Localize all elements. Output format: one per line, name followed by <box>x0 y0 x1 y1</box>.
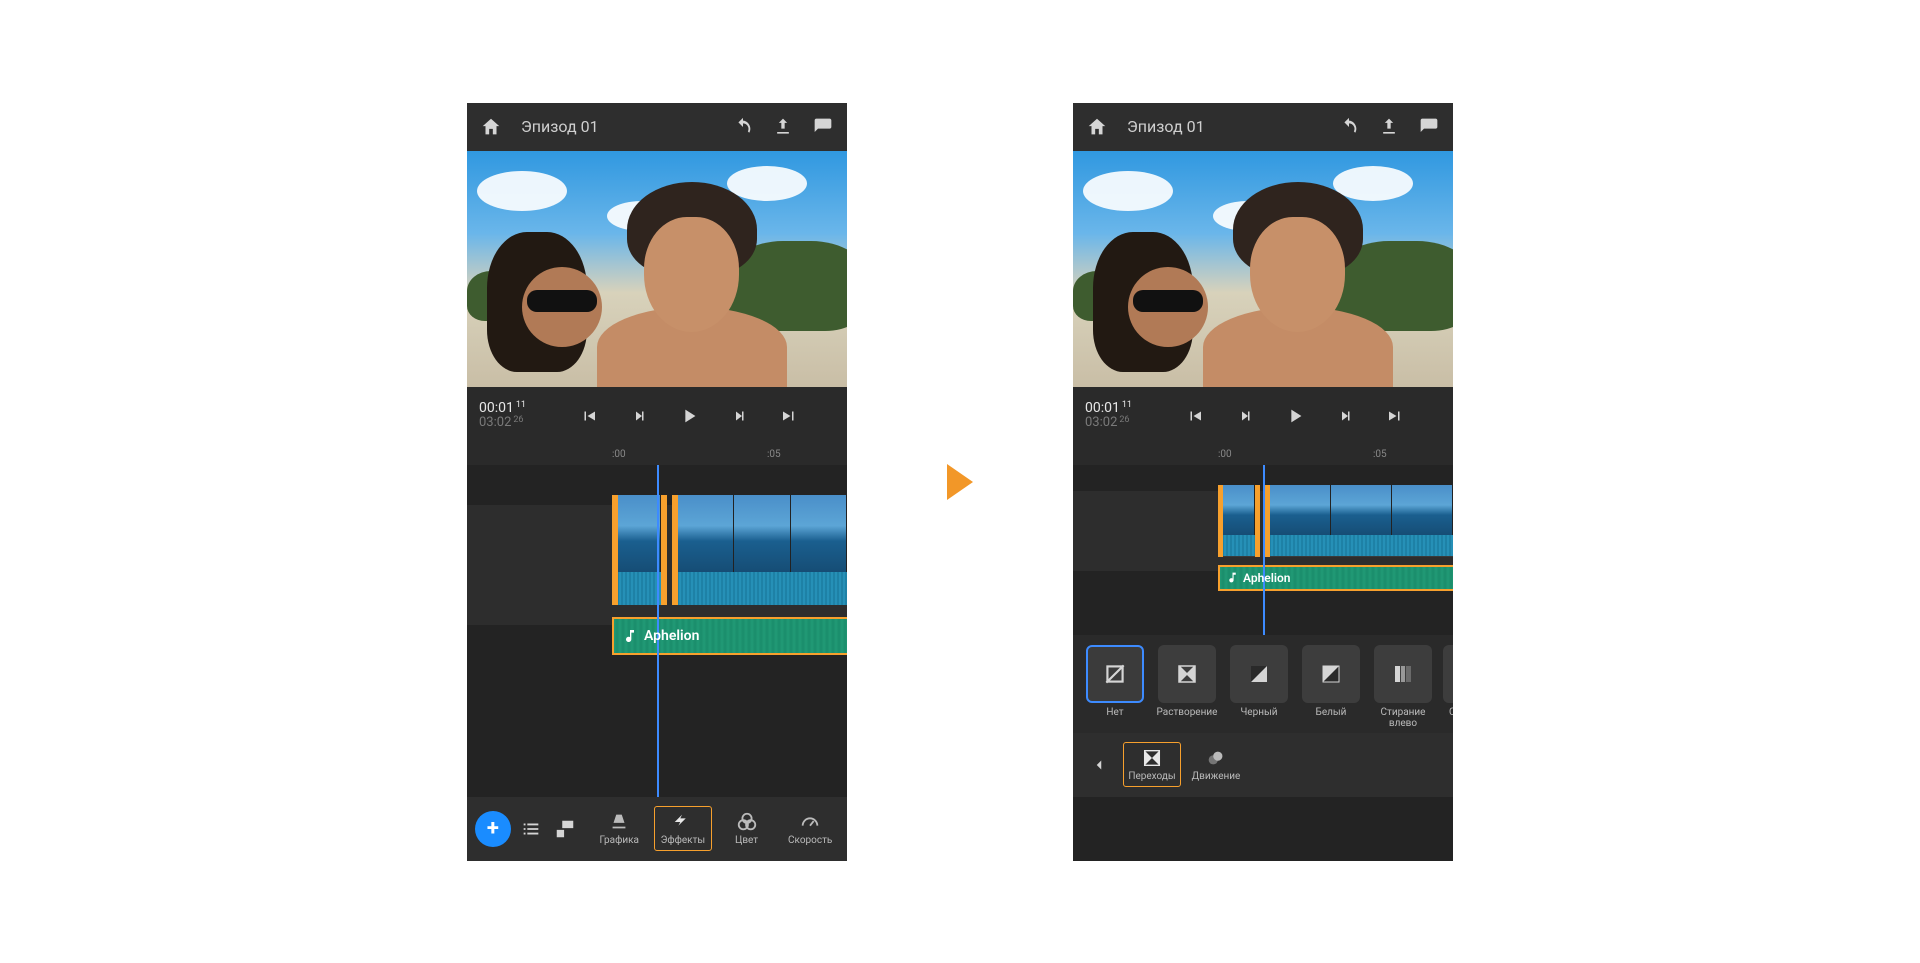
skip-start-icon[interactable] <box>575 402 603 430</box>
tab-label: Графика <box>600 835 640 846</box>
color-tab[interactable]: Цвет <box>718 807 776 850</box>
motion-icon <box>1205 747 1227 769</box>
timecode-display: 00:0111 03:0226 <box>479 401 539 431</box>
ruler-mark: :00 <box>612 449 626 460</box>
speed-tab[interactable]: Скорость <box>781 807 839 850</box>
audio-clip-name: Aphelion <box>644 628 699 644</box>
timeline-ruler[interactable]: :00 :05 <box>1073 445 1453 465</box>
layers-icon[interactable] <box>551 815 579 843</box>
share-icon[interactable] <box>769 113 797 141</box>
playhead[interactable] <box>1263 465 1265 635</box>
transitions-icon <box>1141 747 1163 769</box>
list-icon[interactable] <box>517 815 545 843</box>
white-icon <box>1319 662 1343 686</box>
total-time: 03:02 <box>1085 415 1117 430</box>
total-time: 03:02 <box>479 415 511 430</box>
ruler-mark: :05 <box>767 449 781 460</box>
tab-label: Скорость <box>788 835 832 846</box>
total-frames: 26 <box>513 415 523 425</box>
effects-tab[interactable]: Эффекты <box>654 806 712 851</box>
frame-forward-icon[interactable] <box>725 402 753 430</box>
audio-clip-name: Aphelion <box>1243 571 1291 585</box>
tab-label: Движение <box>1192 771 1241 782</box>
transport-bar: 00:0111 03:0226 <box>467 387 847 445</box>
ruler-mark: :00 <box>1218 449 1232 460</box>
timeline[interactable]: Aphelion <box>467 465 847 797</box>
skip-end-icon[interactable] <box>775 402 803 430</box>
add-button[interactable]: + <box>475 811 511 847</box>
skip-end-icon[interactable] <box>1381 402 1409 430</box>
tab-label: Переходы <box>1128 771 1175 782</box>
audio-clip[interactable]: Aphelion <box>1218 565 1453 591</box>
back-icon[interactable] <box>1081 751 1117 779</box>
graphics-icon <box>608 811 630 833</box>
color-icon <box>736 811 758 833</box>
tab-label: Эффекты <box>661 835 706 846</box>
black-icon <box>1247 662 1271 686</box>
transition-wipe-left[interactable]: Стирание влево <box>1371 645 1435 729</box>
comment-icon[interactable] <box>809 113 837 141</box>
video-preview[interactable] <box>1073 151 1453 387</box>
ruler-mark: :05 <box>1373 449 1387 460</box>
project-title: Эпизод 01 <box>1127 117 1323 136</box>
share-icon[interactable] <box>1375 113 1403 141</box>
speed-icon <box>799 811 821 833</box>
project-title: Эпизод 01 <box>521 117 717 136</box>
current-time: 00:01 <box>479 400 514 416</box>
skip-start-icon[interactable] <box>1181 402 1209 430</box>
transition-none[interactable]: Нет <box>1083 645 1147 729</box>
transition-black[interactable]: Черный <box>1227 645 1291 729</box>
current-time: 00:01 <box>1085 400 1120 416</box>
topbar: Эпизод 01 <box>1073 103 1453 151</box>
wipe-left-icon <box>1391 662 1415 686</box>
current-frames: 11 <box>516 400 526 410</box>
bottom-toolbar: + Графика Эффекты Цвет Скорость <box>467 797 847 861</box>
transition-wipe-right[interactable]: Ст… <box>1443 645 1453 729</box>
timeline-ruler[interactable]: :00 :05 <box>467 445 847 465</box>
tab-label: Цвет <box>735 835 758 846</box>
comment-icon[interactable] <box>1415 113 1443 141</box>
dissolve-icon <box>1175 662 1199 686</box>
arrow-separator-icon <box>947 464 973 500</box>
frame-back-icon[interactable] <box>625 402 653 430</box>
video-clip[interactable] <box>672 495 847 605</box>
frame-back-icon[interactable] <box>1231 402 1259 430</box>
timeline[interactable]: Aphelion <box>1073 465 1453 635</box>
video-clip[interactable] <box>1265 485 1453 557</box>
audio-clip[interactable]: Aphelion <box>612 617 847 655</box>
motion-tab[interactable]: Движение <box>1187 743 1245 786</box>
home-icon[interactable] <box>477 113 505 141</box>
play-icon[interactable] <box>675 402 703 430</box>
transitions-panel: Нет Растворение Черный Белый Стирание вл… <box>1073 635 1453 733</box>
phone-screen-left: Эпизод 01 00:0111 03:0226 :0 <box>467 103 847 861</box>
graphics-tab[interactable]: Графика <box>590 807 648 850</box>
total-frames: 26 <box>1119 415 1129 425</box>
frame-forward-icon[interactable] <box>1331 402 1359 430</box>
undo-icon[interactable] <box>1335 113 1363 141</box>
none-icon <box>1102 661 1128 687</box>
undo-icon[interactable] <box>729 113 757 141</box>
transitions-tab[interactable]: Переходы <box>1123 742 1181 787</box>
bottom-toolbar: Переходы Движение <box>1073 733 1453 797</box>
music-note-icon <box>622 628 638 644</box>
music-note-icon <box>1226 571 1239 584</box>
transition-white[interactable]: Белый <box>1299 645 1363 729</box>
transport-bar: 00:0111 03:0226 <box>1073 387 1453 445</box>
home-icon[interactable] <box>1083 113 1111 141</box>
effects-icon <box>671 811 695 833</box>
transition-dissolve[interactable]: Растворение <box>1155 645 1219 729</box>
topbar: Эпизод 01 <box>467 103 847 151</box>
video-preview[interactable] <box>467 151 847 387</box>
current-frames: 11 <box>1122 400 1132 410</box>
play-icon[interactable] <box>1281 402 1309 430</box>
phone-screen-right: Эпизод 01 00:0111 03:0226 :0 <box>1073 103 1453 861</box>
video-clip[interactable] <box>1218 485 1260 557</box>
timecode-display: 00:0111 03:0226 <box>1085 401 1145 431</box>
